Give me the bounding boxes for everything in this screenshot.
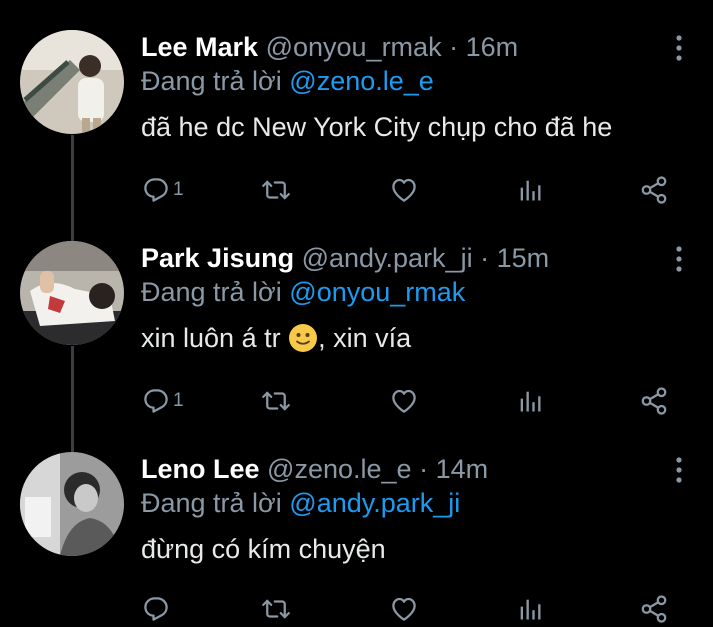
avatar[interactable]: [20, 241, 124, 345]
like-button[interactable]: [389, 174, 419, 206]
tweet-text: xin luôn á tr , xin vía: [141, 321, 411, 355]
more-vertical-icon[interactable]: [671, 244, 687, 274]
share-button[interactable]: [639, 593, 669, 625]
avatar-photo: [20, 241, 124, 345]
like-icon: [389, 386, 419, 416]
timestamp[interactable]: 15m: [497, 243, 550, 273]
tweet-reply[interactable]: Lee Mark @onyou_rmak · 16m Đang trả lời …: [0, 30, 713, 230]
username-handle[interactable]: @zeno.le_e: [267, 454, 412, 484]
tweet-reply[interactable]: Park Jisung @andy.park_ji · 15m Đang trả…: [0, 241, 713, 441]
tweet-reply[interactable]: Leno Lee @zeno.le_e · 14m Đang trả lời @…: [0, 452, 713, 627]
display-name[interactable]: Park Jisung: [141, 243, 294, 273]
like-icon: [389, 175, 419, 205]
tweet-actions: 1: [141, 174, 681, 206]
avatar-photo: [20, 30, 124, 134]
share-icon: [639, 175, 669, 205]
analytics-icon: [516, 176, 544, 204]
reply-button[interactable]: 1: [141, 174, 184, 206]
avatar[interactable]: [20, 452, 124, 556]
more-vertical-icon[interactable]: [671, 33, 687, 63]
replying-to: Đang trả lời @onyou_rmak: [141, 275, 465, 309]
tweet-header: Park Jisung @andy.park_ji · 15m: [141, 241, 549, 275]
reply-button[interactable]: [141, 593, 173, 625]
display-name[interactable]: Leno Lee: [141, 454, 260, 484]
like-button[interactable]: [389, 385, 419, 417]
timestamp[interactable]: 14m: [436, 454, 489, 484]
analytics-button[interactable]: [516, 593, 544, 625]
reply-mention-link[interactable]: @onyou_rmak: [289, 277, 465, 307]
retweet-icon: [261, 386, 291, 416]
tweet-header: Lee Mark @onyou_rmak · 16m: [141, 30, 518, 64]
reply-mention-link[interactable]: @andy.park_ji: [289, 488, 460, 518]
replying-to-label: Đang trả lời: [141, 66, 282, 96]
reply-icon: [141, 175, 171, 205]
timestamp[interactable]: 16m: [466, 32, 519, 62]
like-icon: [389, 594, 419, 624]
replying-to: Đang trả lời @zeno.le_e: [141, 64, 434, 98]
share-icon: [639, 594, 669, 624]
retweet-button[interactable]: [261, 593, 291, 625]
reply-button[interactable]: 1: [141, 385, 184, 417]
username-handle[interactable]: @andy.park_ji: [302, 243, 473, 273]
like-button[interactable]: [389, 593, 419, 625]
reply-icon: [141, 594, 171, 624]
reply-count: 1: [173, 179, 184, 200]
username-handle[interactable]: @onyou_rmak: [266, 32, 442, 62]
tweet-text-part: xin luôn á tr: [141, 323, 289, 353]
separator-dot: ·: [480, 243, 490, 273]
analytics-button[interactable]: [516, 174, 544, 206]
display-name[interactable]: Lee Mark: [141, 32, 258, 62]
avatar[interactable]: [20, 30, 124, 134]
analytics-icon: [516, 595, 544, 623]
tweet-text: đừng có kím chuyện: [141, 534, 386, 564]
tweet-actions: 1: [141, 385, 681, 417]
analytics-button[interactable]: [516, 385, 544, 417]
analytics-icon: [516, 387, 544, 415]
tweet-text-part: , xin vía: [318, 323, 412, 353]
replying-to: Đang trả lời @andy.park_ji: [141, 486, 460, 520]
retweet-button[interactable]: [261, 385, 291, 417]
slightly-smiling-face-icon: [289, 324, 318, 352]
separator-dot: ·: [449, 32, 459, 62]
separator-dot: ·: [419, 454, 429, 484]
replying-to-label: Đang trả lời: [141, 277, 282, 307]
tweet-actions: [141, 593, 681, 625]
share-button[interactable]: [639, 174, 669, 206]
replying-to-label: Đang trả lời: [141, 488, 282, 518]
reply-icon: [141, 386, 171, 416]
retweet-icon: [261, 594, 291, 624]
avatar-photo: [20, 452, 124, 556]
share-button[interactable]: [639, 385, 669, 417]
more-vertical-icon[interactable]: [671, 455, 687, 485]
tweet-header: Leno Lee @zeno.le_e · 14m: [141, 452, 488, 486]
retweet-icon: [261, 175, 291, 205]
tweet-text: đã he dc New York City chụp cho đã he: [141, 112, 613, 142]
reply-mention-link[interactable]: @zeno.le_e: [289, 66, 434, 96]
retweet-button[interactable]: [261, 174, 291, 206]
reply-count: 1: [173, 390, 184, 411]
share-icon: [639, 386, 669, 416]
